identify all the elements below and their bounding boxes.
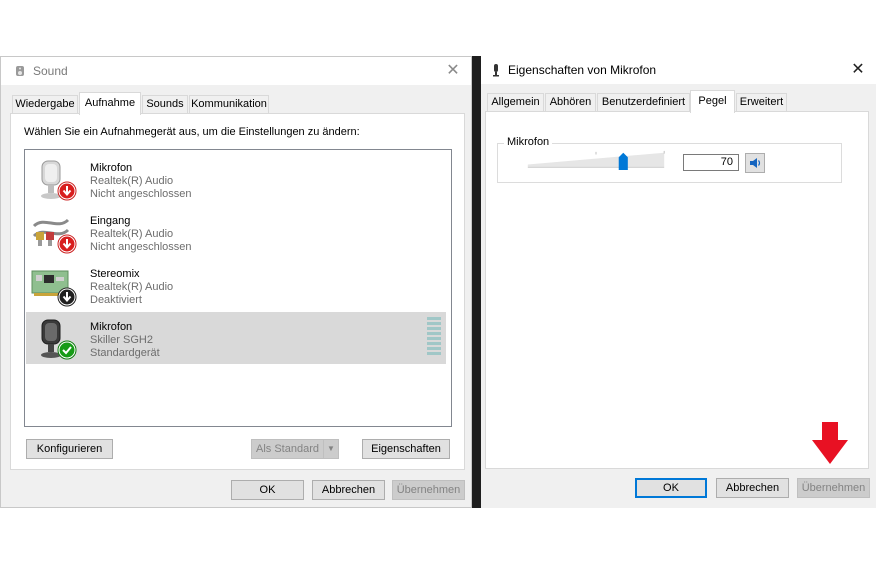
sound-card-icon xyxy=(31,270,77,307)
slider-thumb[interactable] xyxy=(618,152,628,170)
sound-apply-button[interactable]: Übernehmen xyxy=(392,480,465,500)
sound-close-button[interactable]: ✕ xyxy=(443,61,463,81)
tab-aufnahme[interactable]: Aufnahme xyxy=(79,92,141,115)
set-default-label: Als Standard xyxy=(256,443,319,455)
device-name: Mikrofon xyxy=(90,321,133,333)
device-name: Mikrofon xyxy=(90,162,133,174)
chevron-down-icon[interactable]: ▼ xyxy=(323,440,338,458)
device-driver: Realtek(R) Audio xyxy=(90,175,174,187)
recording-device-list[interactable]: Mikrofon Realtek(R) Audio Nicht angeschl… xyxy=(24,149,452,427)
device-driver: Realtek(R) Audio xyxy=(90,228,174,240)
list-item[interactable]: Mikrofon Realtek(R) Audio Nicht angeschl… xyxy=(26,153,446,205)
sound-title: Sound xyxy=(33,64,68,78)
list-item[interactable]: Eingang Realtek(R) Audio Nicht angeschlo… xyxy=(26,206,446,258)
microphone-level-label: Mikrofon xyxy=(504,136,553,148)
list-item[interactable]: Stereomix Realtek(R) Audio Deaktiviert xyxy=(26,259,446,311)
device-name: Eingang xyxy=(90,215,131,227)
device-driver: Skiller SGH2 xyxy=(90,334,153,346)
device-status: Deaktiviert xyxy=(90,294,142,306)
speaker-icon xyxy=(16,66,24,76)
red-arrow-icon xyxy=(812,422,848,464)
tab-benutzerdefiniert[interactable]: Benutzerdefiniert xyxy=(597,93,690,112)
tab-allgemein[interactable]: Allgemein xyxy=(487,93,544,112)
device-name: Stereomix xyxy=(90,268,140,280)
device-status: Standardgerät xyxy=(90,347,160,359)
tab-abhoeren[interactable]: Abhören xyxy=(545,93,596,112)
properties-cancel-button[interactable]: Abbrechen xyxy=(716,478,789,498)
device-status: Nicht angeschlossen xyxy=(90,241,192,253)
microphone-icon xyxy=(41,319,77,360)
background-window-strip xyxy=(472,56,481,508)
tab-sounds[interactable]: Sounds xyxy=(142,95,188,114)
properties-titlebar: Eigenschaften von Mikrofon ✕ xyxy=(481,56,876,84)
mute-toggle-button[interactable] xyxy=(745,153,765,173)
properties-apply-button[interactable]: Übernehmen xyxy=(797,478,870,498)
device-status: Nicht angeschlossen xyxy=(90,188,192,200)
configure-button[interactable]: Konfigurieren xyxy=(26,439,113,459)
tab-pegel[interactable]: Pegel xyxy=(690,90,735,113)
tab-erweitert[interactable]: Erweitert xyxy=(736,93,787,112)
line-in-cable-icon xyxy=(32,218,77,254)
properties-button[interactable]: Eigenschaften xyxy=(362,439,450,459)
properties-ok-button[interactable]: OK xyxy=(635,478,707,498)
speaker-icon xyxy=(750,158,761,168)
set-default-combo[interactable]: Als Standard ▼ xyxy=(251,439,339,459)
sound-cancel-button[interactable]: Abbrechen xyxy=(312,480,385,500)
microphone-level-slider[interactable] xyxy=(521,150,671,170)
properties-title: Eigenschaften von Mikrofon xyxy=(508,63,657,77)
microphone-icon xyxy=(41,160,77,201)
tab-kommunikation[interactable]: Kommunikation xyxy=(189,95,269,114)
list-item-selected[interactable]: Mikrofon Skiller SGH2 Standardgerät xyxy=(26,312,446,364)
instruction-text: Wählen Sie ein Aufnahmegerät aus, um die… xyxy=(24,126,360,138)
device-driver: Realtek(R) Audio xyxy=(90,281,174,293)
properties-close-button[interactable]: ✕ xyxy=(848,60,868,80)
microphone-level-input[interactable]: 70 xyxy=(683,154,739,171)
sound-ok-button[interactable]: OK xyxy=(231,480,304,500)
microphone-icon xyxy=(493,64,499,77)
tab-wiedergabe[interactable]: Wiedergabe xyxy=(12,95,78,114)
sound-titlebar: Sound ✕ xyxy=(1,57,471,85)
level-meter xyxy=(427,317,441,358)
